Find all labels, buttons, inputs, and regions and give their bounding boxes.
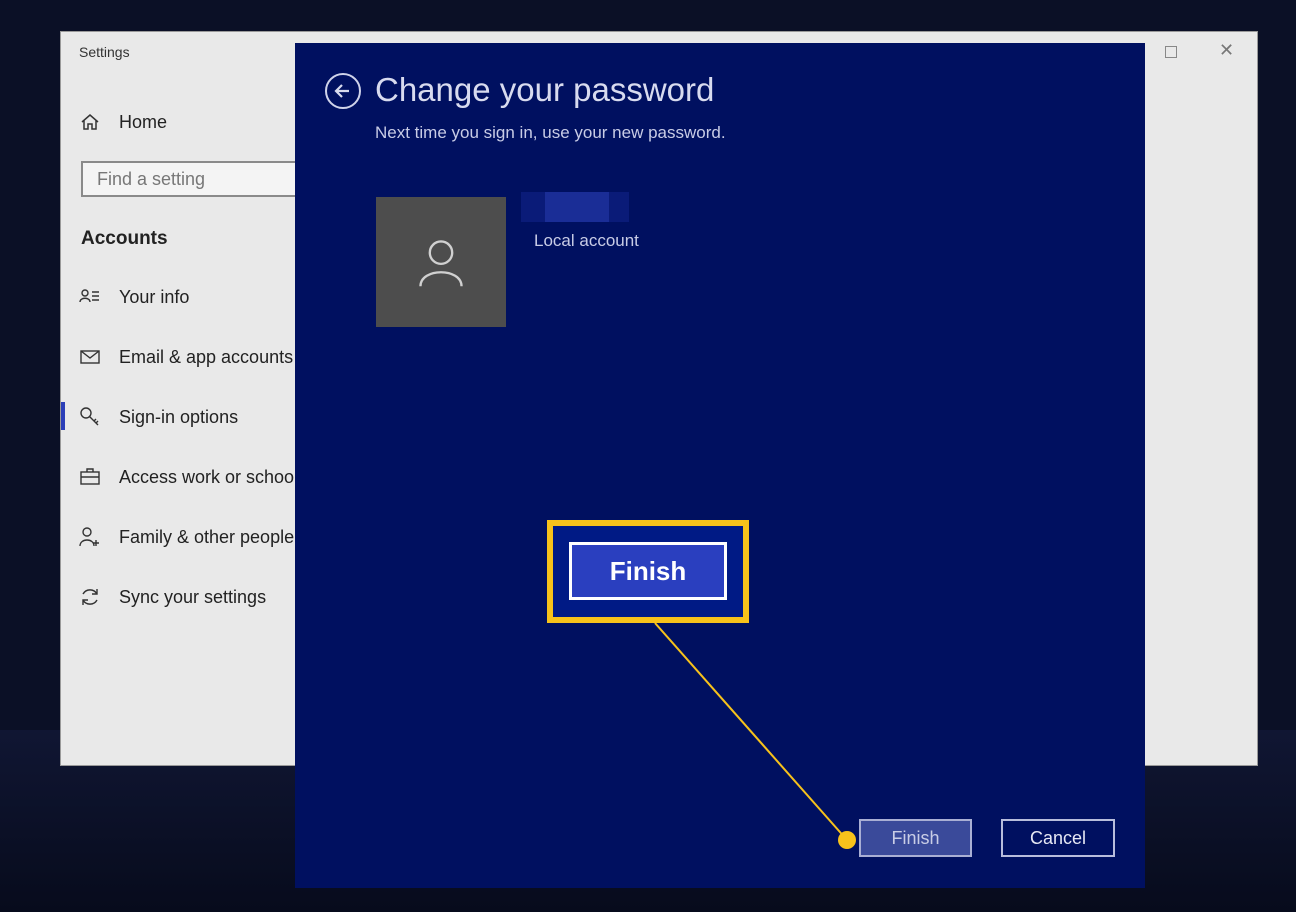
home-icon — [79, 111, 101, 133]
avatar — [376, 197, 506, 327]
username-redacted — [521, 192, 629, 222]
briefcase-icon — [79, 466, 101, 488]
section-header: Accounts — [81, 228, 168, 249]
sidebar-item-label: Sign-in options — [119, 406, 239, 427]
sidebar-item-sign-in-options[interactable]: Sign-in options — [61, 399, 321, 435]
nav-home[interactable]: Home — [61, 104, 321, 140]
zoomed-finish-button: Finish — [569, 542, 727, 600]
sidebar-item-email[interactable]: Email & app accounts — [61, 339, 321, 375]
sidebar-item-your-info[interactable]: Your info — [61, 279, 321, 315]
change-password-dialog: Change your password Next time you sign … — [295, 43, 1145, 888]
cancel-button[interactable]: Cancel — [1001, 819, 1115, 857]
sidebar-item-label: Sync your settings — [119, 586, 267, 607]
sidebar-item-work-school[interactable]: Access work or school — [61, 459, 321, 495]
maximize-icon[interactable] — [1165, 46, 1177, 58]
back-button[interactable] — [325, 73, 361, 109]
sidebar-item-label: Your info — [119, 286, 190, 307]
sidebar-item-label: Access work or school — [119, 466, 299, 487]
add-person-icon — [79, 526, 101, 548]
sidebar-item-sync[interactable]: Sync your settings — [61, 579, 321, 615]
sidebar-item-label: Family & other people — [119, 526, 295, 547]
account-type-label: Local account — [534, 231, 639, 250]
sync-icon — [79, 586, 101, 608]
zoom-callout-frame: Finish — [547, 520, 749, 623]
user-icon — [419, 240, 463, 287]
callout-line — [654, 622, 856, 849]
back-arrow-icon — [334, 84, 349, 98]
sidebar-item-family[interactable]: Family & other people — [61, 519, 321, 555]
nav-home-label: Home — [119, 111, 168, 132]
page-title: Change your password — [375, 71, 715, 108]
contact-card-icon — [79, 286, 101, 308]
finish-button[interactable]: Finish — [859, 819, 972, 857]
mail-icon — [79, 346, 101, 368]
close-icon[interactable]: ✕ — [1219, 40, 1234, 61]
key-icon — [79, 406, 101, 428]
sidebar-item-label: Email & app accounts — [119, 346, 294, 367]
window-title: Settings — [79, 44, 130, 60]
page-subtitle: Next time you sign in, use your new pass… — [375, 123, 726, 142]
